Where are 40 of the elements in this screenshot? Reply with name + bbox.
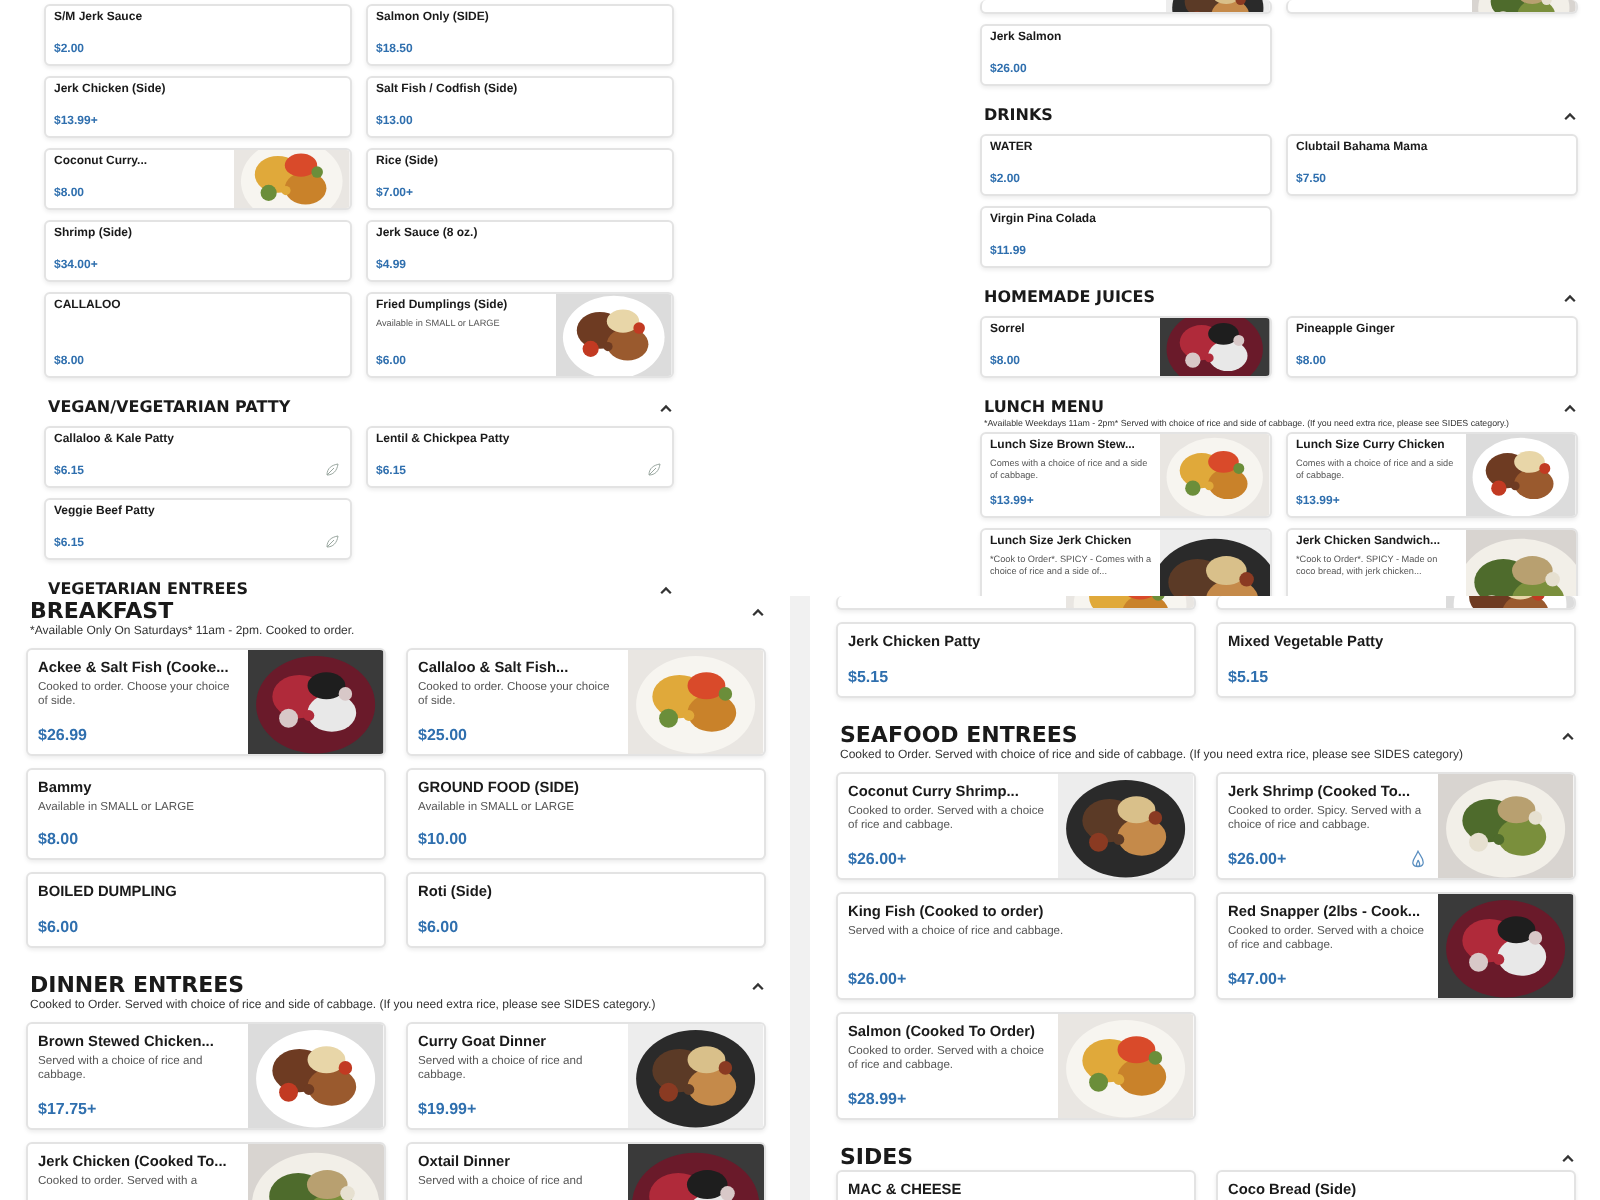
section-title: SIDES xyxy=(840,1144,914,1170)
leaf-icon xyxy=(324,462,340,478)
item-price: $19.99+ xyxy=(418,1098,477,1120)
leaf-icon xyxy=(646,462,662,478)
section-title: HOMEMADE JUICES xyxy=(984,288,1156,308)
chevron-icon[interactable] xyxy=(1560,727,1576,743)
item-price: $47.00+ xyxy=(1228,968,1287,990)
section-title: DINNER ENTREES xyxy=(30,972,245,998)
section-title: LUNCH MENU xyxy=(984,398,1104,418)
chevron-icon[interactable] xyxy=(750,603,766,619)
item-price: $28.99+ xyxy=(848,1088,907,1110)
item-price: $26.00+ xyxy=(1228,848,1287,870)
menu-card[interactable] xyxy=(980,0,1272,14)
item-price: $26.99 xyxy=(38,724,87,746)
section-title: VEGETARIAN ENTREES xyxy=(48,580,248,596)
chevron-icon[interactable] xyxy=(658,400,674,416)
chevron-icon[interactable] xyxy=(1560,1149,1576,1165)
section-title: BREAKFAST xyxy=(30,598,174,624)
chevron-icon[interactable] xyxy=(1562,290,1578,306)
menu-card[interactable] xyxy=(1216,596,1576,610)
item-price: $17.75+ xyxy=(38,1098,97,1120)
chevron-icon[interactable] xyxy=(658,582,674,596)
item-price: $6.00 xyxy=(418,916,459,938)
chevron-icon[interactable] xyxy=(750,977,766,993)
flame-icon xyxy=(1408,850,1429,870)
leaf-icon xyxy=(324,534,340,550)
section-title: SEAFOOD ENTREES xyxy=(840,722,1078,748)
item-price: $26.00+ xyxy=(848,848,907,870)
chevron-icon[interactable] xyxy=(1562,400,1578,416)
section-title: DRINKS xyxy=(984,106,1053,126)
item-price: $8.00 xyxy=(38,828,79,850)
item-price: $5.15 xyxy=(848,666,889,688)
item-price: $5.15 xyxy=(1228,666,1269,688)
menu-card[interactable] xyxy=(1286,0,1578,14)
section-title: VEGAN/VEGETARIAN PATTY xyxy=(48,398,291,418)
item-price: $25.00 xyxy=(418,724,467,746)
item-price: $10.00 xyxy=(418,828,467,850)
item-price: $26.00+ xyxy=(848,968,907,990)
chevron-icon[interactable] xyxy=(1562,108,1578,124)
item-price: $6.00 xyxy=(38,916,79,938)
